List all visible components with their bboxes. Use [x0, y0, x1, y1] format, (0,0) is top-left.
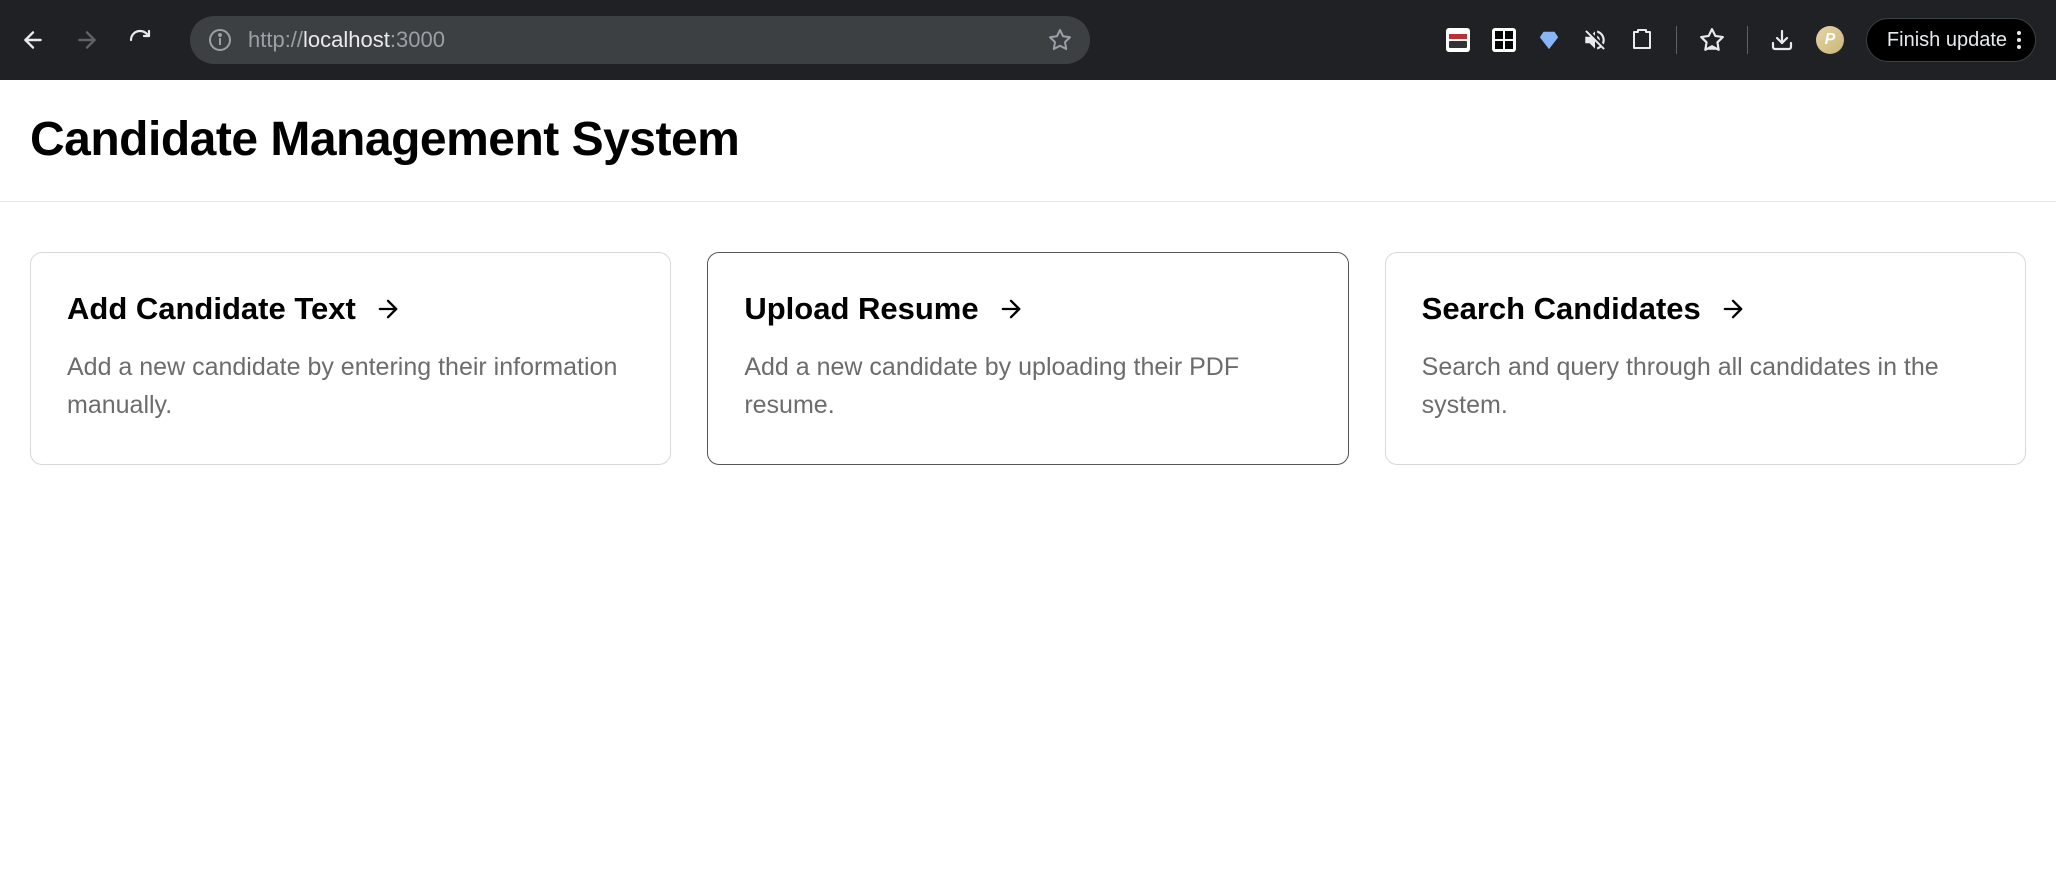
menu-dots-icon: [2017, 31, 2021, 49]
bookmarks-star-icon[interactable]: [1699, 27, 1725, 53]
reload-button[interactable]: [128, 28, 152, 52]
browser-toolbar: http://localhost:3000: [0, 0, 2056, 80]
toolbar-right: P Finish update: [1446, 18, 2036, 62]
card-description: Add a new candidate by uploading their P…: [744, 349, 1311, 424]
profile-avatar[interactable]: P: [1816, 26, 1844, 54]
finish-update-button[interactable]: Finish update: [1866, 18, 2036, 62]
url-display: http://localhost:3000: [248, 27, 1032, 53]
address-bar[interactable]: http://localhost:3000: [190, 16, 1090, 64]
downloads-icon[interactable]: [1770, 28, 1794, 52]
arrow-right-icon: [997, 295, 1025, 323]
arrow-right-icon: [374, 295, 402, 323]
arrow-right-icon: [1719, 295, 1747, 323]
gem-icon[interactable]: [1538, 29, 1560, 51]
extension-icon-1[interactable]: [1446, 28, 1470, 52]
card-header: Search Candidates: [1422, 291, 1989, 327]
card-search-candidates[interactable]: Search Candidates Search and query throu…: [1385, 252, 2026, 465]
url-protocol: http://: [248, 27, 303, 52]
card-title: Add Candidate Text: [67, 291, 356, 327]
page-header: Candidate Management System: [0, 80, 2056, 202]
toolbar-separator: [1747, 26, 1748, 54]
toolbar-separator: [1676, 26, 1677, 54]
mute-icon[interactable]: [1582, 27, 1608, 53]
bookmark-star-icon[interactable]: [1048, 28, 1072, 52]
card-add-candidate-text[interactable]: Add Candidate Text Add a new candidate b…: [30, 252, 671, 465]
page-title: Candidate Management System: [30, 112, 2026, 167]
url-host: localhost: [303, 27, 390, 52]
nav-controls: [20, 27, 152, 53]
finish-update-label: Finish update: [1887, 29, 2007, 52]
card-header: Add Candidate Text: [67, 291, 634, 327]
forward-button[interactable]: [74, 27, 100, 53]
extension-icon-2[interactable]: [1492, 28, 1516, 52]
back-button[interactable]: [20, 27, 46, 53]
card-upload-resume[interactable]: Upload Resume Add a new candidate by upl…: [707, 252, 1348, 465]
card-description: Search and query through all candidates …: [1422, 349, 1989, 424]
site-info-icon[interactable]: [208, 28, 232, 52]
card-title: Search Candidates: [1422, 291, 1701, 327]
url-port: :3000: [390, 27, 445, 52]
card-description: Add a new candidate by entering their in…: [67, 349, 634, 424]
card-title: Upload Resume: [744, 291, 978, 327]
card-header: Upload Resume: [744, 291, 1311, 327]
cards-container: Add Candidate Text Add a new candidate b…: [0, 202, 2056, 515]
extensions-puzzle-icon[interactable]: [1630, 28, 1654, 52]
